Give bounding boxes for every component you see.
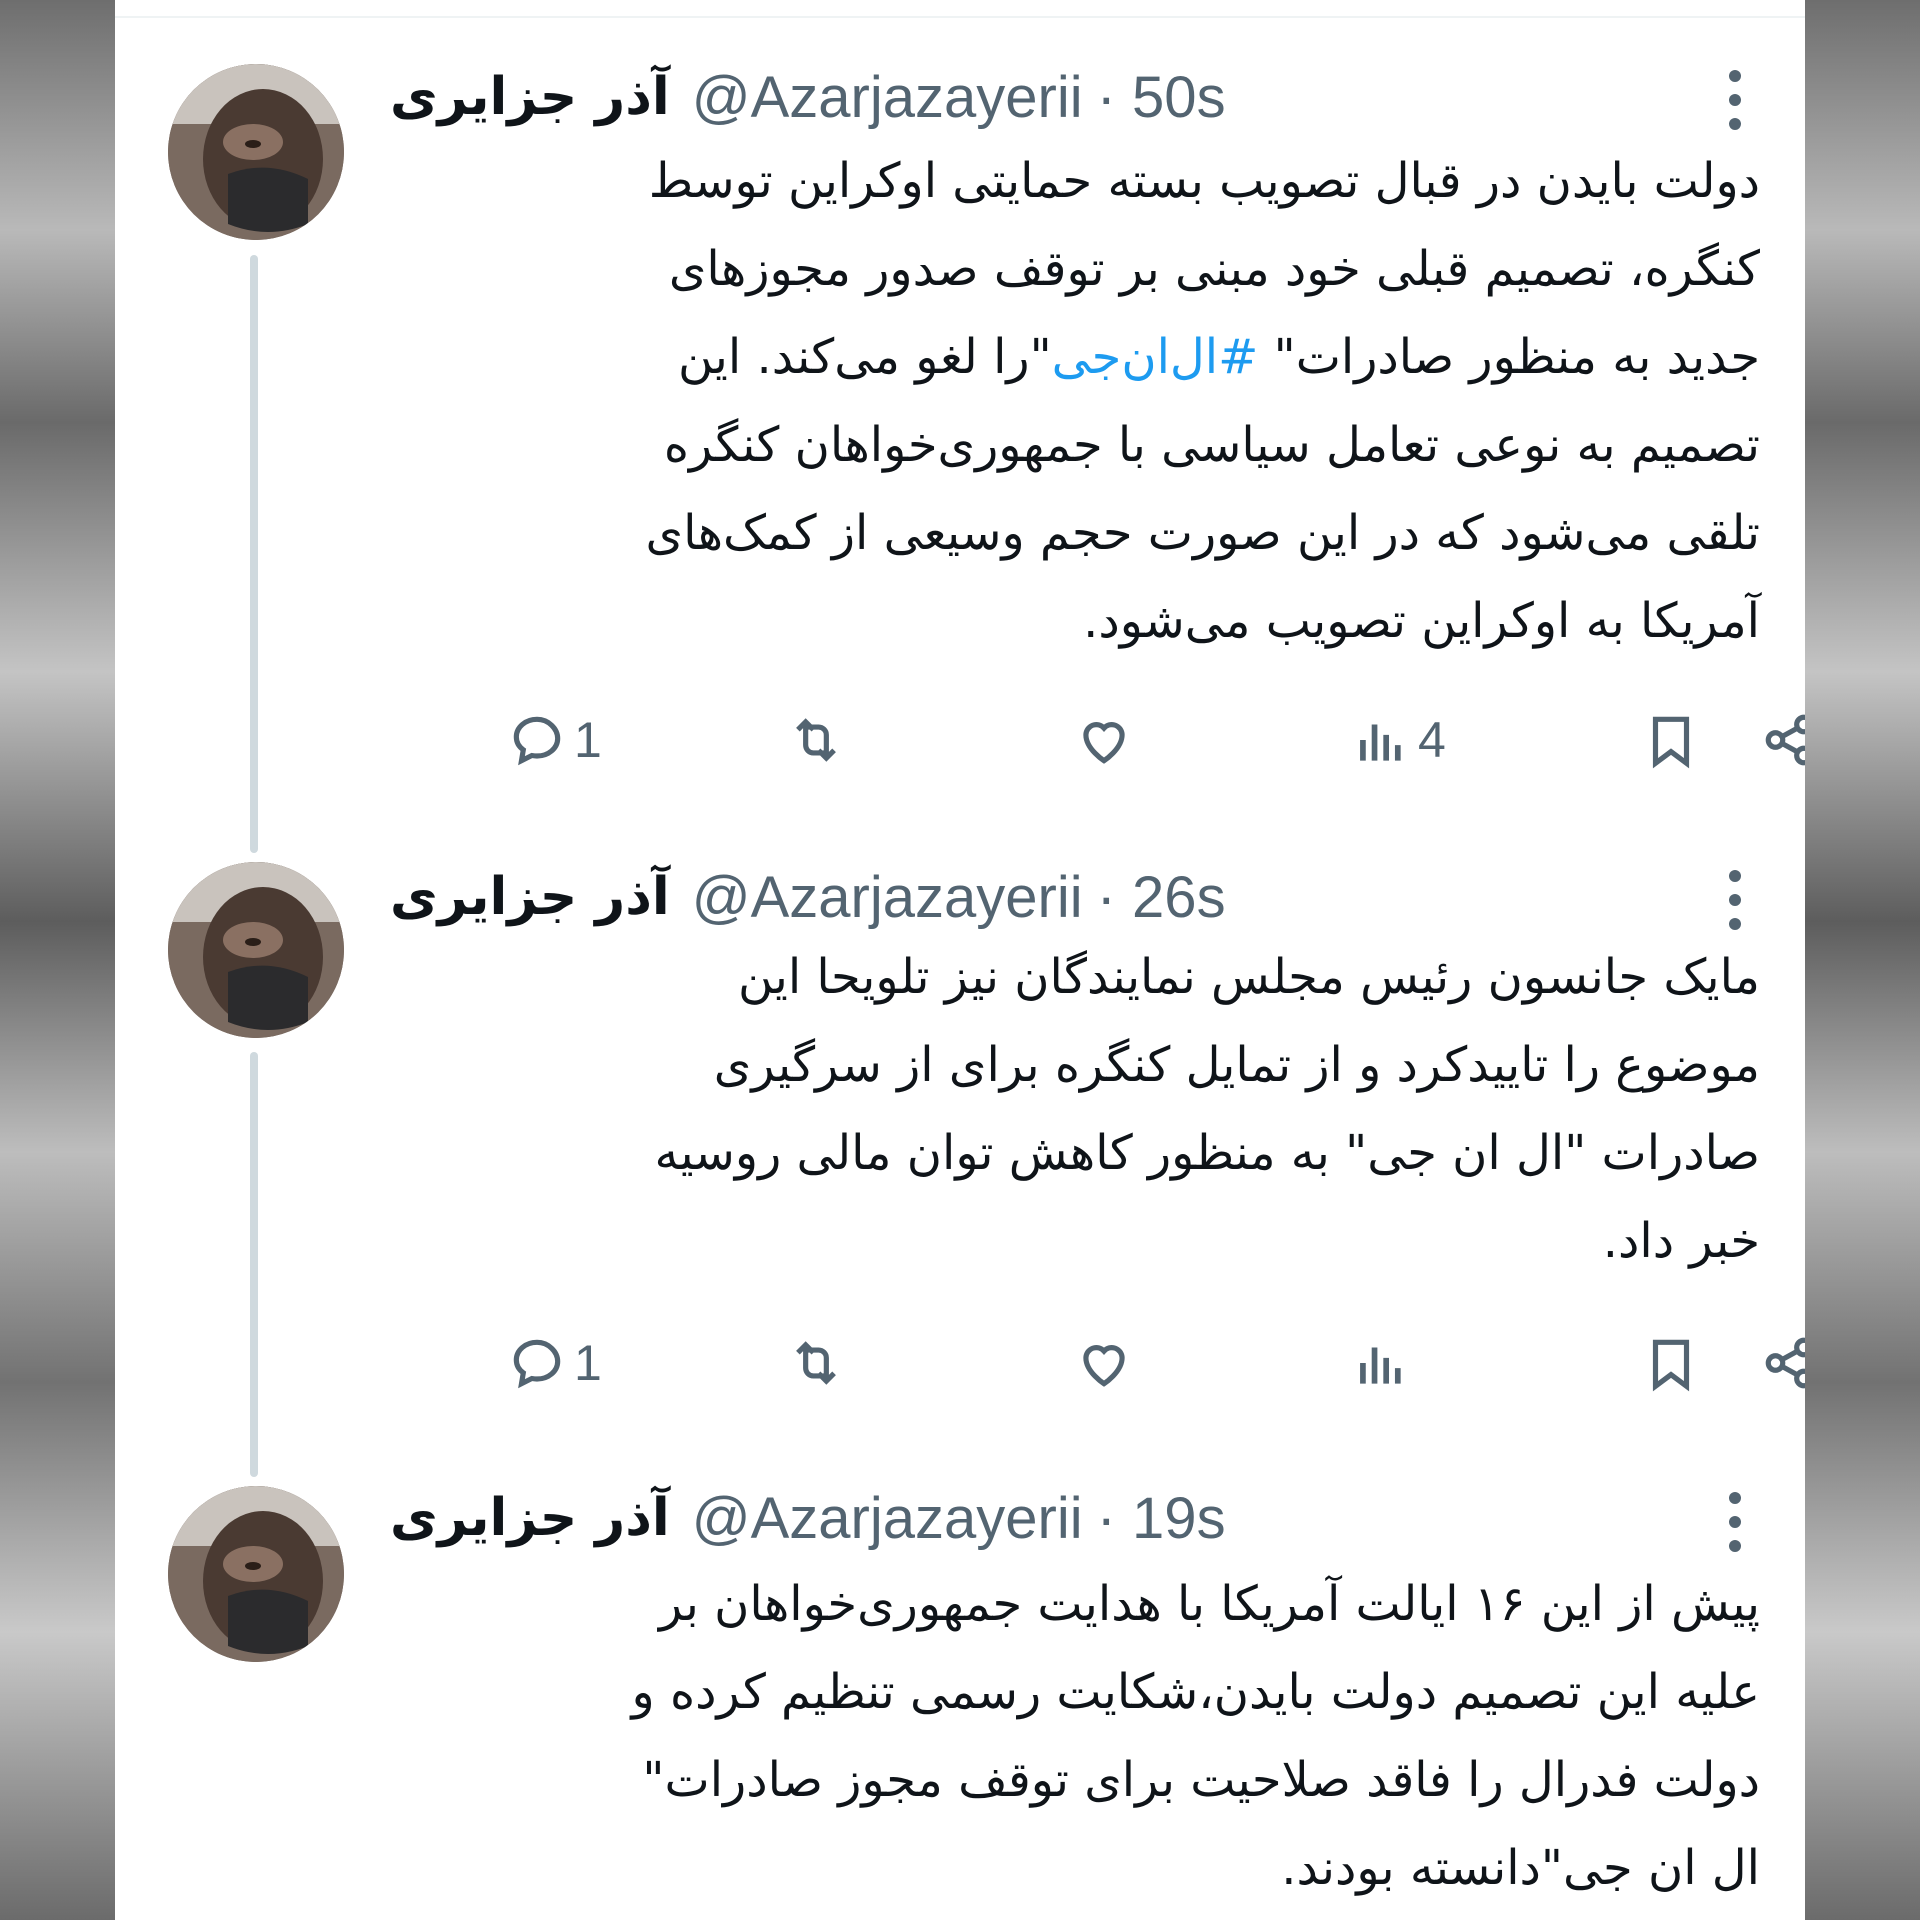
retweet-icon <box>796 1341 836 1385</box>
like-button[interactable] <box>1073 1323 1135 1403</box>
more-icon[interactable] <box>1725 1492 1745 1552</box>
tweet-text: پیش از این ۱۶ ایالت آمریکا با هدایت جمهو… <box>445 1560 1761 1912</box>
tweet-actions: 1 4 <box>390 700 1805 780</box>
tweet-header: آذر جزایری @Azarjazayerii · 50s <box>390 57 1715 137</box>
tweet-text-line: آمریکا به اوکراین تصویب می‌شود. <box>1083 593 1760 649</box>
bookmark-button[interactable] <box>1640 1323 1702 1403</box>
tweet-text: دولت بایدن در قبال تصویب بسته حمایتی اوک… <box>445 137 1761 665</box>
retweet-icon <box>796 718 836 762</box>
avatar[interactable] <box>168 1486 344 1662</box>
timestamp[interactable]: · 50s <box>1097 64 1226 131</box>
tweet-text-segment: جدید به منظور صادرات" <box>1258 329 1760 385</box>
tweet-text-line: موضوع را تاییدکرد و از تمایل کنگره برای … <box>713 1037 1760 1093</box>
bookmark-icon <box>1652 1339 1690 1392</box>
like-icon <box>1083 1345 1125 1387</box>
tweet-text-line: صادرات "ال ان جی" به منظور کاهش توان مال… <box>654 1125 1760 1181</box>
thread-panel: آذر جزایری @Azarjazayerii · 50s دولت بای… <box>115 0 1805 1920</box>
tweet-actions: 1 <box>390 1323 1805 1403</box>
tweet-header: آذر جزایری @Azarjazayerii · 26s <box>390 857 1715 937</box>
reply-button[interactable]: 1 <box>506 1323 602 1403</box>
user-handle[interactable]: @Azarjazayerii <box>692 64 1083 131</box>
views-icon <box>1360 1347 1401 1384</box>
views-button[interactable] <box>1350 1323 1412 1403</box>
tweet-text-line: دولت بایدن در قبال تصویب بسته حمایتی اوک… <box>648 153 1760 209</box>
display-name[interactable]: آذر جزایری <box>390 1488 670 1548</box>
tweet-text-line: مایک جانسون رئیس مجلس نمایندگان نیز تلوی… <box>737 949 1760 1005</box>
retweet-button[interactable] <box>785 700 847 780</box>
tweet-text-line: تصمیم به نوعی تعامل سیاسی با جمهوری‌خواه… <box>663 417 1760 473</box>
background-blur-right <box>1805 0 1920 1920</box>
reply-icon <box>513 1339 561 1389</box>
user-handle[interactable]: @Azarjazayerii <box>692 864 1083 931</box>
avatar[interactable] <box>168 862 344 1038</box>
tweet-text-line: کنگره، تصمیم قبلی خود مبنی بر توقف صدور … <box>668 241 1760 297</box>
bookmark-button[interactable] <box>1640 700 1702 780</box>
avatar[interactable] <box>168 64 344 240</box>
share-icon <box>1765 1337 1805 1389</box>
hashtag-link[interactable]: #ال‌ان‌جی <box>1052 329 1259 385</box>
retweet-button[interactable] <box>785 1323 847 1403</box>
background-blur-left <box>0 0 115 1920</box>
thread-connector-line <box>250 1052 258 1477</box>
display-name[interactable]: آذر جزایری <box>390 867 670 927</box>
tweet-text-line: خبر داد. <box>1602 1213 1760 1269</box>
tweet-text-segment: "را لغو می‌کند. این <box>677 329 1052 385</box>
timestamp[interactable]: · 19s <box>1097 1485 1226 1552</box>
tweet-text: مایک جانسون رئیس مجلس نمایندگان نیز تلوی… <box>445 933 1760 1285</box>
share-icon <box>1765 714 1805 766</box>
more-icon[interactable] <box>1725 870 1745 930</box>
reply-count: 1 <box>574 1335 602 1391</box>
timestamp[interactable]: · 26s <box>1097 864 1226 931</box>
reply-count: 1 <box>574 712 602 768</box>
views-count: 4 <box>1418 712 1446 768</box>
share-button[interactable] <box>1760 1323 1805 1403</box>
like-icon <box>1083 722 1125 764</box>
tweet-header: آذر جزایری @Azarjazayerii · 19s <box>390 1478 1715 1558</box>
views-button[interactable]: 4 <box>1350 700 1446 780</box>
tweet-text-line: پیش از این ۱۶ ایالت آمریکا با هدایت جمهو… <box>658 1576 1760 1632</box>
bookmark-icon <box>1652 716 1690 769</box>
views-icon <box>1360 724 1401 761</box>
reply-icon <box>513 716 561 766</box>
tweet-text-line: جدید به منظور صادرات" #ال‌ان‌جی"را لغو م… <box>445 313 1760 401</box>
tweet-text-line: ال ان جی"دانسته بودند. <box>1281 1840 1760 1896</box>
more-icon[interactable] <box>1725 70 1745 130</box>
thread-connector-line <box>250 255 258 853</box>
divider <box>115 16 1805 18</box>
user-handle[interactable]: @Azarjazayerii <box>692 1485 1083 1552</box>
like-button[interactable] <box>1073 700 1135 780</box>
share-button[interactable] <box>1760 700 1805 780</box>
display-name[interactable]: آذر جزایری <box>390 67 670 127</box>
tweet-text-line: تلقی می‌شود که در این صورت حجم وسیعی از … <box>645 505 1761 561</box>
tweet-text-line: علیه این تصمیم دولت بایدن،شکایت رسمی تنظ… <box>631 1664 1761 1720</box>
tweet-text-line: دولت فدرال را فاقد صلاحیت برای توقف مجوز… <box>642 1752 1760 1808</box>
reply-button[interactable]: 1 <box>506 700 602 780</box>
